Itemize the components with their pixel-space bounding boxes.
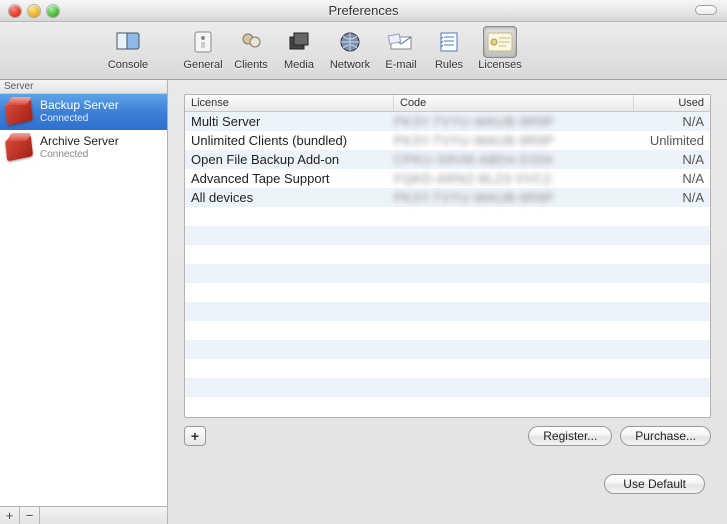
table-row xyxy=(185,245,710,264)
toolbar-item-email[interactable]: E-mail xyxy=(378,26,424,71)
titlebar: Preferences xyxy=(0,0,727,22)
table-row xyxy=(185,264,710,283)
toolbar-item-clients[interactable]: Clients xyxy=(228,26,274,71)
table-body: Multi ServerPK3Y-TVYU-WAUB-9R9PN/AUnlimi… xyxy=(185,112,710,417)
table-header: License Code Used xyxy=(185,95,710,112)
toolbar-item-general[interactable]: General xyxy=(180,26,226,71)
table-row[interactable]: Unlimited Clients (bundled)PK3Y-TVYU-WAU… xyxy=(185,131,710,150)
toolbar: Console General Clients Media Network E-… xyxy=(0,22,727,80)
window-title: Preferences xyxy=(0,3,727,18)
table-row xyxy=(185,378,710,397)
table-row xyxy=(185,359,710,378)
cell-code: PK3Y-TVYU-WAUB-9R9P xyxy=(394,114,634,129)
table-row xyxy=(185,226,710,245)
toolbar-label: Media xyxy=(276,59,322,71)
toolbar-label: Licenses xyxy=(474,59,526,71)
cell-license: Multi Server xyxy=(191,114,394,129)
server-cube-icon xyxy=(4,135,34,161)
table-row xyxy=(185,340,710,359)
table-row xyxy=(185,321,710,340)
main-pane: License Code Used Multi ServerPK3Y-TVYU-… xyxy=(168,80,727,524)
email-icon xyxy=(384,26,418,58)
toolbar-label: Network xyxy=(324,59,376,71)
table-row[interactable]: Advanced Tape SupportFQKD-ARNZ-8LZ3-VVC2… xyxy=(185,169,710,188)
server-name: Backup Server xyxy=(40,98,119,113)
cell-code: FQKD-ARNZ-8LZ3-VVC2 xyxy=(394,171,634,186)
table-row xyxy=(185,302,710,321)
remove-server-button[interactable]: − xyxy=(20,507,40,524)
toolbar-item-licenses[interactable]: Licenses xyxy=(474,26,526,71)
licenses-icon xyxy=(483,26,517,58)
add-license-button[interactable]: + xyxy=(184,426,206,446)
rules-icon xyxy=(432,26,466,58)
sidebar-item-archive-server[interactable]: Archive Server Connected xyxy=(0,130,167,166)
toolbar-item-network[interactable]: Network xyxy=(324,26,376,71)
server-list: Backup Server Connected Archive Server C… xyxy=(0,94,167,506)
use-default-button[interactable]: Use Default xyxy=(604,474,705,494)
server-cube-icon xyxy=(4,99,34,125)
toolbar-item-media[interactable]: Media xyxy=(276,26,322,71)
toolbar-label: General xyxy=(180,59,226,71)
col-license[interactable]: License xyxy=(185,95,394,111)
sidebar-footer: + − xyxy=(0,506,167,524)
toolbar-label: E-mail xyxy=(378,59,424,71)
toolbar-label: Console xyxy=(102,59,154,71)
col-used[interactable]: Used xyxy=(634,95,710,111)
general-icon xyxy=(186,26,220,58)
table-row xyxy=(185,207,710,226)
cell-used: N/A xyxy=(634,171,704,186)
licenses-table: License Code Used Multi ServerPK3Y-TVYU-… xyxy=(184,94,711,418)
media-icon xyxy=(282,26,316,58)
add-server-button[interactable]: + xyxy=(0,507,20,524)
sidebar-item-backup-server[interactable]: Backup Server Connected xyxy=(0,94,167,130)
server-status: Connected xyxy=(40,113,119,126)
sidebar: Server Backup Server Connected Archive S… xyxy=(0,80,168,524)
register-button[interactable]: Register... xyxy=(528,426,612,446)
cell-license: Open File Backup Add-on xyxy=(191,152,394,167)
toolbar-item-rules[interactable]: Rules xyxy=(426,26,472,71)
server-name: Archive Server xyxy=(40,134,119,149)
cell-code: CPKU-S9VM-ABD4-D334 xyxy=(394,152,634,167)
console-icon xyxy=(111,26,145,58)
cell-used: N/A xyxy=(634,152,704,167)
cell-license: Unlimited Clients (bundled) xyxy=(191,133,394,148)
purchase-button[interactable]: Purchase... xyxy=(620,426,711,446)
network-icon xyxy=(333,26,367,58)
toolbar-toggle-pill[interactable] xyxy=(695,5,717,15)
table-row xyxy=(185,397,710,416)
cell-license: All devices xyxy=(191,190,394,205)
toolbar-item-console[interactable]: Console xyxy=(102,26,154,71)
cell-used: N/A xyxy=(634,190,704,205)
cell-code: PK3Y-TVYU-WAUB-9R9P xyxy=(394,190,634,205)
sidebar-header: Server xyxy=(0,80,167,94)
toolbar-label: Rules xyxy=(426,59,472,71)
cell-license: Advanced Tape Support xyxy=(191,171,394,186)
table-row[interactable]: All devicesPK3Y-TVYU-WAUB-9R9PN/A xyxy=(185,188,710,207)
table-row[interactable]: Open File Backup Add-onCPKU-S9VM-ABD4-D3… xyxy=(185,150,710,169)
clients-icon xyxy=(234,26,268,58)
table-row xyxy=(185,283,710,302)
server-status: Connected xyxy=(40,149,119,162)
cell-used: Unlimited xyxy=(634,133,704,148)
cell-used: N/A xyxy=(634,114,704,129)
col-code[interactable]: Code xyxy=(394,95,634,111)
table-row[interactable]: Multi ServerPK3Y-TVYU-WAUB-9R9PN/A xyxy=(185,112,710,131)
cell-code: PK3Y-TVYU-WAUB-9R9P xyxy=(394,133,634,148)
toolbar-label: Clients xyxy=(228,59,274,71)
